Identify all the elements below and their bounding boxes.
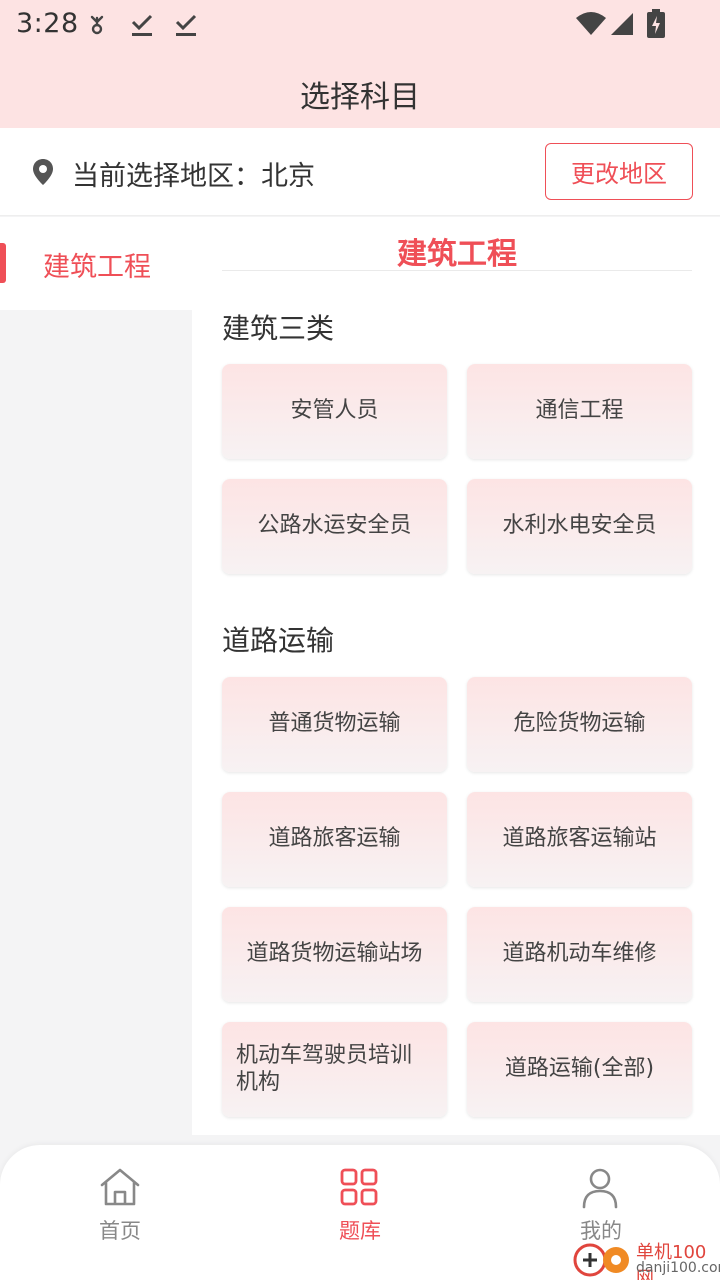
tab-home[interactable]: 首页 [40, 1145, 200, 1265]
divider [222, 270, 692, 271]
change-region-button[interactable]: 更改地区 [545, 143, 693, 200]
subject-list: 建筑工程 建筑三类 安管人员 通信工程 公路水运安全员 水利水电安全员 道路运输… [192, 217, 720, 1135]
current-region-label: 当前选择地区：北京 [72, 161, 315, 192]
location-pin-icon [33, 159, 53, 185]
sidebar-item-construction[interactable]: 建筑工程 [0, 217, 192, 310]
section-title: 道路运输 [222, 624, 335, 657]
subject-card[interactable]: 道路机动车维修 [467, 907, 692, 1002]
download-done-icon [131, 14, 153, 36]
status-time: 3:28 [16, 8, 79, 39]
subject-card[interactable]: 危险货物运输 [467, 677, 692, 772]
usb-icon [90, 15, 104, 35]
sidebar-item-label: 建筑工程 [43, 252, 151, 283]
battery-charging-icon [647, 9, 665, 38]
wifi-icon [576, 12, 606, 35]
tab-question-bank[interactable]: 题库 [280, 1145, 440, 1265]
subject-card[interactable]: 道路货物运输站场 [222, 907, 447, 1002]
subject-card[interactable]: 道路旅客运输站 [467, 792, 692, 887]
subject-card[interactable]: 安管人员 [222, 364, 447, 459]
subject-card[interactable]: 普通货物运输 [222, 677, 447, 772]
subject-card[interactable]: 水利水电安全员 [467, 479, 692, 574]
section-title: 建筑三类 [222, 312, 335, 345]
category-sidebar: 建筑工程 [0, 217, 192, 1145]
watermark-logo: 单机100网 danji100.com [570, 1236, 720, 1280]
subject-card[interactable]: 道路运输(全部) [467, 1022, 692, 1117]
active-indicator [0, 243, 6, 283]
grid-icon [340, 1168, 378, 1206]
user-icon [582, 1168, 618, 1209]
region-bar: 当前选择地区：北京 更改地区 [0, 128, 720, 216]
subject-card[interactable]: 公路水运安全员 [222, 479, 447, 574]
subject-card[interactable]: 通信工程 [467, 364, 692, 459]
watermark-icon [573, 1243, 629, 1277]
subject-card[interactable]: 道路旅客运输 [222, 792, 447, 887]
category-title: 建筑工程 [397, 237, 517, 272]
watermark-url: danji100.com [636, 1260, 720, 1276]
home-icon [100, 1168, 140, 1206]
tab-home-label: 首页 [99, 1219, 141, 1243]
page-title: 选择科目 [300, 80, 420, 115]
header-bar: 选择科目 [0, 52, 720, 128]
download-done-icon [175, 14, 197, 36]
subject-card[interactable]: 机动车驾驶员培训机构 [222, 1022, 447, 1117]
status-bar: 3:28 [0, 0, 720, 52]
signal-icon [611, 13, 633, 35]
tab-question-bank-label: 题库 [339, 1219, 381, 1243]
